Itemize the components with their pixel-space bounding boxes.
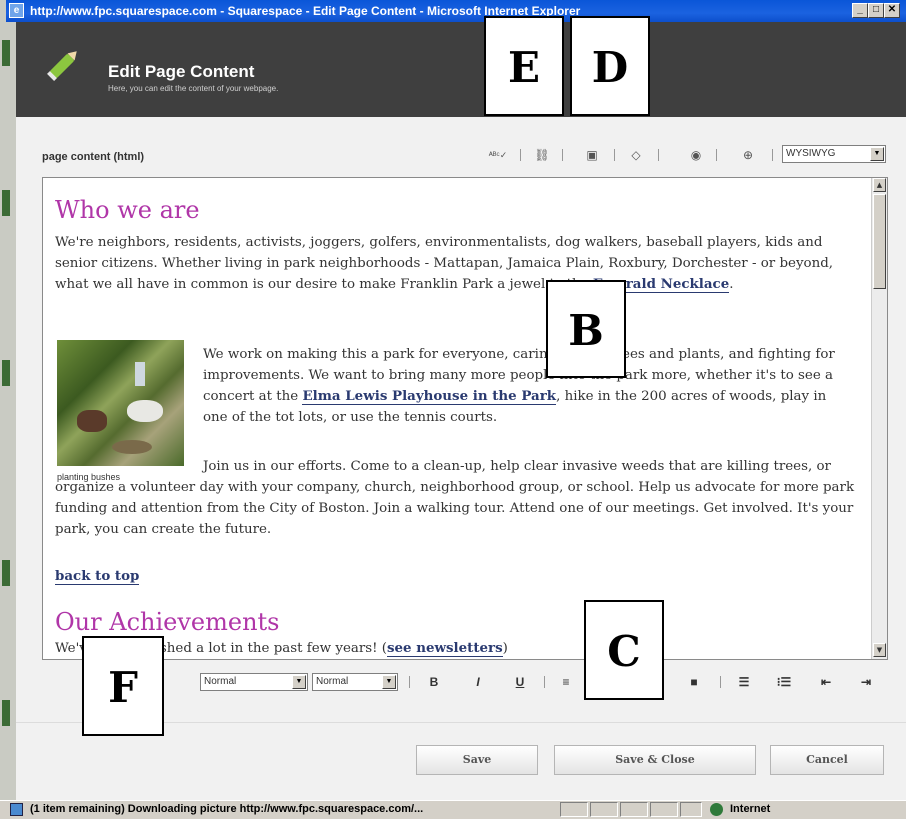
photo-detail — [77, 410, 107, 432]
status-bar: (1 item remaining) Downloading picture h… — [0, 800, 906, 819]
status-cell — [560, 802, 588, 817]
ie-icon: e — [9, 3, 24, 18]
photo-detail — [135, 362, 145, 386]
page-title: Edit Page Content — [108, 62, 255, 81]
background-mark — [2, 700, 10, 726]
maximize-button[interactable]: □ — [868, 3, 884, 18]
align-justify-button[interactable]: ■ — [684, 673, 704, 691]
editor-label: page content (html) — [42, 151, 145, 163]
outdent-button[interactable]: ⇤ — [816, 673, 836, 691]
page-subtitle: Here, you can edit the content of your w… — [108, 84, 279, 93]
zoom-icon[interactable]: ⊕ — [734, 145, 762, 165]
status-cell — [680, 802, 702, 817]
heading-our-achievements: Our Achievements — [55, 608, 280, 636]
overlay-label-d: D — [570, 16, 650, 116]
heading-who-we-are: Who we are — [55, 196, 200, 224]
overlay-label-b: B — [546, 280, 626, 378]
toolbar-divider — [544, 676, 545, 688]
save-and-close-button[interactable]: Save & Close — [554, 745, 756, 775]
paragraph-style-value: Normal — [204, 676, 237, 687]
underline-button[interactable]: U — [510, 673, 530, 691]
code-icon[interactable]: ◇ — [626, 145, 646, 165]
back-to-top-link[interactable]: back to top — [55, 568, 140, 585]
bold-button[interactable]: B — [424, 673, 444, 691]
work-paragraph: We work on making this a park for everyo… — [203, 344, 855, 428]
window-titlebar[interactable]: e http://www.fpc.squarespace.com - Squar… — [6, 0, 906, 22]
status-cell — [650, 802, 678, 817]
content-editor[interactable]: Who we are We're neighbors, residents, a… — [42, 177, 888, 660]
achievements-paragraph: We've accomplished a lot in the past few… — [55, 638, 855, 659]
pencil-icon — [47, 51, 77, 81]
help-icon[interactable]: ◉ — [686, 145, 706, 165]
toolbar-divider — [614, 149, 615, 161]
toolbar-divider — [772, 149, 773, 161]
overlay-label-e: E — [484, 16, 564, 116]
toolbar-divider — [658, 149, 659, 161]
overlay-label-c: C — [584, 600, 664, 700]
toolbar-divider — [716, 149, 717, 161]
back-to-top-paragraph: back to top — [55, 566, 140, 587]
background-mark — [2, 560, 10, 586]
editor-scrollbar[interactable]: ▲ ▼ — [871, 178, 887, 659]
intro-paragraph: We're neighbors, residents, activists, j… — [55, 232, 855, 295]
toolbar-divider — [720, 676, 721, 688]
editor-mode-select[interactable]: WYSIWYG ▼ — [782, 145, 886, 163]
status-text: (1 item remaining) Downloading picture h… — [30, 803, 424, 815]
align-left-button[interactable]: ≡ — [556, 673, 576, 691]
image-icon[interactable]: ▣ — [582, 145, 602, 165]
status-cell — [590, 802, 618, 817]
indent-button[interactable]: ⇥ — [856, 673, 876, 691]
paragraph-style-select[interactable]: Normal ▼ — [200, 673, 308, 691]
photo-detail — [127, 400, 163, 422]
spellcheck-icon[interactable]: ᴬᴮᶜ✓ — [486, 145, 510, 165]
save-button[interactable]: Save — [416, 745, 538, 775]
background-page-strip — [0, 0, 16, 818]
photo-detail — [112, 440, 152, 454]
join-paragraph: Join us in our efforts. Come to a clean-… — [55, 459, 855, 537]
background-mark — [2, 360, 10, 386]
security-zone-label: Internet — [730, 803, 771, 815]
newsletters-link[interactable]: see newsletters — [387, 640, 503, 657]
link-icon[interactable]: ⛓ — [532, 145, 552, 165]
minimize-button[interactable]: _ — [852, 3, 868, 18]
bullet-list-button[interactable]: ☰ — [734, 673, 754, 691]
overlay-label-f: F — [82, 636, 164, 736]
toolbar-divider — [520, 149, 521, 161]
background-mark — [2, 190, 10, 216]
scroll-down-icon[interactable]: ▼ — [873, 643, 886, 657]
editor-mode-value: WYSIWYG — [786, 148, 836, 159]
status-cell — [620, 802, 648, 817]
chevron-down-icon[interactable]: ▼ — [382, 675, 396, 689]
cancel-button[interactable]: Cancel — [770, 745, 884, 775]
planting-photo — [57, 340, 184, 466]
numbered-list-button[interactable]: ⁝☰ — [772, 673, 796, 691]
toolbar-divider — [409, 676, 410, 688]
chevron-down-icon[interactable]: ▼ — [292, 675, 306, 689]
achievements-end: ) — [502, 641, 508, 656]
scroll-up-icon[interactable]: ▲ — [873, 178, 886, 192]
background-mark — [2, 40, 10, 66]
font-size-select[interactable]: Normal ▼ — [312, 673, 398, 691]
chevron-down-icon[interactable]: ▼ — [870, 147, 884, 161]
intro-end: . — [729, 277, 734, 292]
dialog-header: Edit Page Content Here, you can edit the… — [16, 22, 906, 117]
internet-zone-icon — [710, 803, 723, 816]
scroll-thumb[interactable] — [873, 194, 886, 289]
close-button[interactable]: ✕ — [884, 3, 900, 18]
font-size-value: Normal — [316, 676, 349, 687]
italic-button[interactable]: I — [468, 673, 488, 691]
page-loading-icon — [10, 803, 23, 816]
elma-lewis-link[interactable]: Elma Lewis Playhouse in the Park — [302, 388, 557, 405]
toolbar-divider — [562, 149, 563, 161]
